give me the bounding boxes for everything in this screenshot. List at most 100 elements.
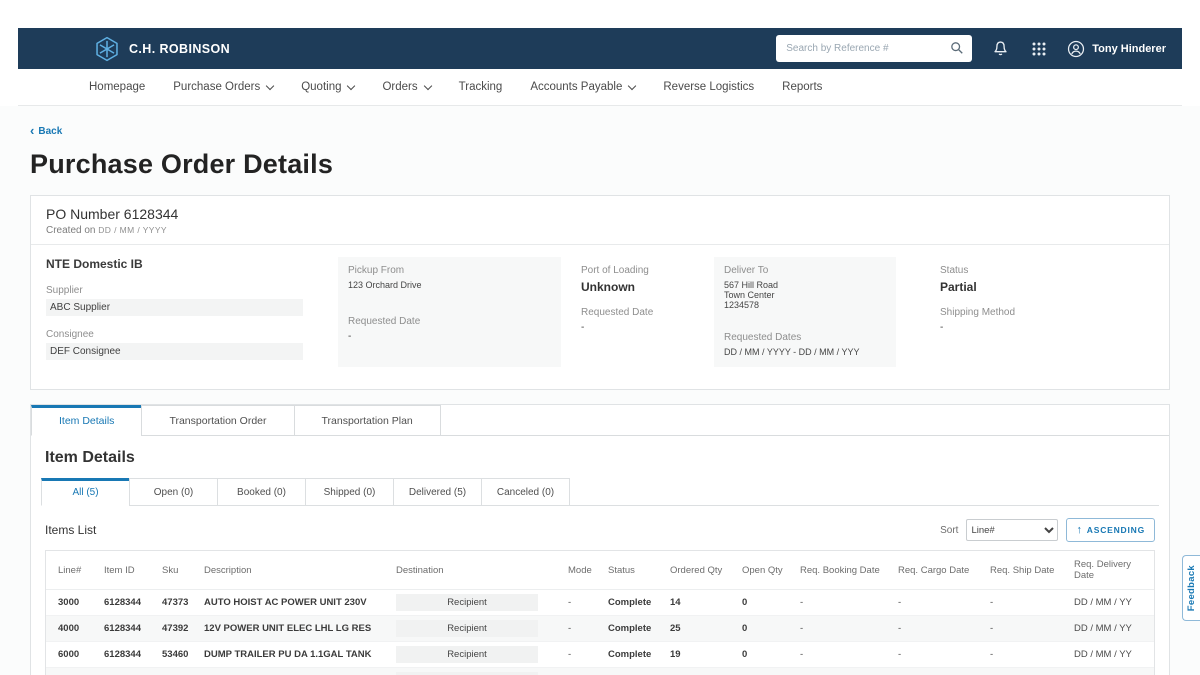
- sort-select[interactable]: Line#: [966, 519, 1058, 541]
- apps-grid-button[interactable]: [1029, 39, 1049, 59]
- status-filter-tab[interactable]: Shipped (0): [305, 478, 394, 506]
- cell-req-delivery-date: DD / MM / YY: [1074, 593, 1154, 612]
- status-filter-tab[interactable]: Booked (0): [217, 478, 306, 506]
- status-filter-tab[interactable]: Canceled (0): [481, 478, 570, 506]
- user-name: Tony Hinderer: [1092, 43, 1166, 55]
- cell-mode: -: [568, 619, 608, 638]
- cell-open-qty: 0: [742, 645, 800, 664]
- status-label: Status: [940, 265, 1154, 276]
- sort-direction-button[interactable]: ↑ ASCENDING: [1066, 518, 1155, 542]
- pickup-req-date-value: -: [348, 331, 551, 342]
- sort-controls: Sort Line# ↑ ASCENDING: [940, 518, 1155, 542]
- brand-name: C.H. ROBINSON: [129, 42, 230, 56]
- chr-hexagon-logo-icon: [94, 36, 120, 62]
- status-filter-tab[interactable]: All (5): [41, 478, 130, 506]
- po-col-parties: NTE Domestic IB Supplier ABC Supplier Co…: [46, 257, 338, 367]
- tab-bar: Item Details Transportation Order Transp…: [31, 405, 1169, 436]
- cell-req-cargo-date: -: [898, 645, 990, 664]
- cell-req-booking-date: -: [800, 645, 898, 664]
- shipping-method-value: -: [940, 322, 1154, 333]
- items-list-title: Items List: [45, 523, 96, 537]
- column-header: Destination: [396, 557, 568, 584]
- cell-description: AUTO HOIST AC POWER UNIT 230V: [204, 593, 396, 612]
- notifications-button[interactable]: [990, 38, 1011, 59]
- back-link[interactable]: ‹ Back: [30, 126, 62, 137]
- tab[interactable]: Transportation Order: [141, 405, 294, 436]
- cell-open-qty: 0: [742, 593, 800, 612]
- status-filter-tab[interactable]: Delivered (5): [393, 478, 482, 506]
- chevron-down-icon: [628, 81, 636, 89]
- column-header: Req. Ship Date: [990, 557, 1074, 584]
- cell-req-delivery-date: DD / MM / YY: [1074, 619, 1154, 638]
- cell-destination: Recipient: [396, 590, 568, 615]
- table-row[interactable]: 4000 6128344 47392 12V POWER UNIT ELEC L…: [46, 616, 1154, 642]
- deliver-to-label: Deliver To: [724, 265, 886, 276]
- cell-ordered-qty: 25: [670, 619, 742, 638]
- deliver-req-dates-value: DD / MM / YYYY - DD / MM / YYY: [724, 347, 886, 357]
- top-navbar: C.H. ROBINSON: [18, 28, 1182, 69]
- nav-item[interactable]: Purchase Orders: [159, 69, 287, 105]
- cell-status: Complete: [608, 671, 670, 675]
- table-row[interactable]: 8000 6128344 53453 INDUST PU 230/460V 23…: [46, 668, 1154, 675]
- cell-req-ship-date: -: [990, 671, 1074, 675]
- chevron-down-icon: [347, 81, 355, 89]
- status-filter-tab[interactable]: Open (0): [129, 478, 218, 506]
- items-list-header: Items List Sort Line# ↑ ASCENDING: [45, 518, 1155, 542]
- cell-req-ship-date: -: [990, 619, 1074, 638]
- cell-req-cargo-date: -: [898, 619, 990, 638]
- cell-item-id: 6128344: [104, 593, 162, 612]
- nav-item[interactable]: Homepage: [75, 69, 159, 105]
- tab[interactable]: Item Details: [31, 405, 142, 436]
- cell-req-cargo-date: -: [898, 671, 990, 675]
- item-details-panel: Item Details All (5) Open (0) Booked (0)…: [31, 449, 1169, 675]
- table-row[interactable]: 3000 6128344 47373 AUTO HOIST AC POWER U…: [46, 590, 1154, 616]
- nav-item[interactable]: Quoting: [287, 69, 368, 105]
- po-number: PO Number 6128344: [46, 206, 1154, 222]
- po-col-pickup: Pickup From 123 Orchard Drive Requested …: [338, 257, 561, 367]
- search-icon[interactable]: [950, 41, 964, 55]
- back-label: Back: [38, 126, 62, 137]
- column-header: Status: [608, 557, 670, 584]
- brand-logo[interactable]: C.H. ROBINSON: [94, 36, 230, 62]
- chevron-down-icon: [266, 81, 274, 89]
- cell-sku: 47392: [162, 619, 204, 638]
- cell-mode: -: [568, 671, 608, 675]
- cell-mode: -: [568, 645, 608, 664]
- back-chevron-icon: ‹: [30, 127, 34, 135]
- item-details-heading: Item Details: [41, 449, 1159, 467]
- status-value: Partial: [940, 280, 1154, 294]
- cell-line: 3000: [58, 593, 104, 612]
- nav-item[interactable]: Orders: [368, 69, 444, 105]
- nav-item[interactable]: Tracking: [445, 69, 517, 105]
- cell-req-booking-date: -: [800, 671, 898, 675]
- deliver-address-line1: 567 Hill Road: [724, 280, 886, 290]
- search-input[interactable]: [776, 35, 940, 62]
- nav-item[interactable]: Reports: [768, 69, 836, 105]
- cell-destination: Recipient: [396, 616, 568, 641]
- column-header: Req. Booking Date: [800, 557, 898, 584]
- column-header: Req. Cargo Date: [898, 557, 990, 584]
- feedback-button[interactable]: Feedback: [1182, 555, 1200, 621]
- topbar-actions: Tony Hinderer: [776, 35, 1166, 62]
- cell-req-booking-date: -: [800, 593, 898, 612]
- deliver-address-line2: Town Center: [724, 290, 886, 300]
- port-of-loading-value: Unknown: [581, 280, 714, 294]
- nav-item[interactable]: Reverse Logistics: [649, 69, 768, 105]
- pickup-req-date-label: Requested Date: [348, 316, 551, 327]
- page-title: Purchase Order Details: [30, 149, 1170, 180]
- po-header: PO Number 6128344 Created on DD / MM / Y…: [31, 196, 1169, 244]
- cell-sku: 53460: [162, 645, 204, 664]
- tab[interactable]: Transportation Plan: [294, 405, 441, 436]
- chevron-down-icon: [423, 81, 431, 89]
- cell-mode: -: [568, 593, 608, 612]
- pickup-from-label: Pickup From: [348, 265, 551, 276]
- sort-label: Sort: [940, 525, 958, 536]
- column-header: Line#: [58, 557, 104, 584]
- table-row[interactable]: 6000 6128344 53460 DUMP TRAILER PU DA 1.…: [46, 642, 1154, 668]
- nav-item[interactable]: Accounts Payable: [516, 69, 649, 105]
- cell-item-id: 6128344: [104, 645, 162, 664]
- column-header: Sku: [162, 557, 204, 584]
- cell-req-delivery-date: DD / MM / YY: [1074, 645, 1154, 664]
- cell-sku: 53453: [162, 671, 204, 675]
- user-menu[interactable]: Tony Hinderer: [1067, 40, 1166, 58]
